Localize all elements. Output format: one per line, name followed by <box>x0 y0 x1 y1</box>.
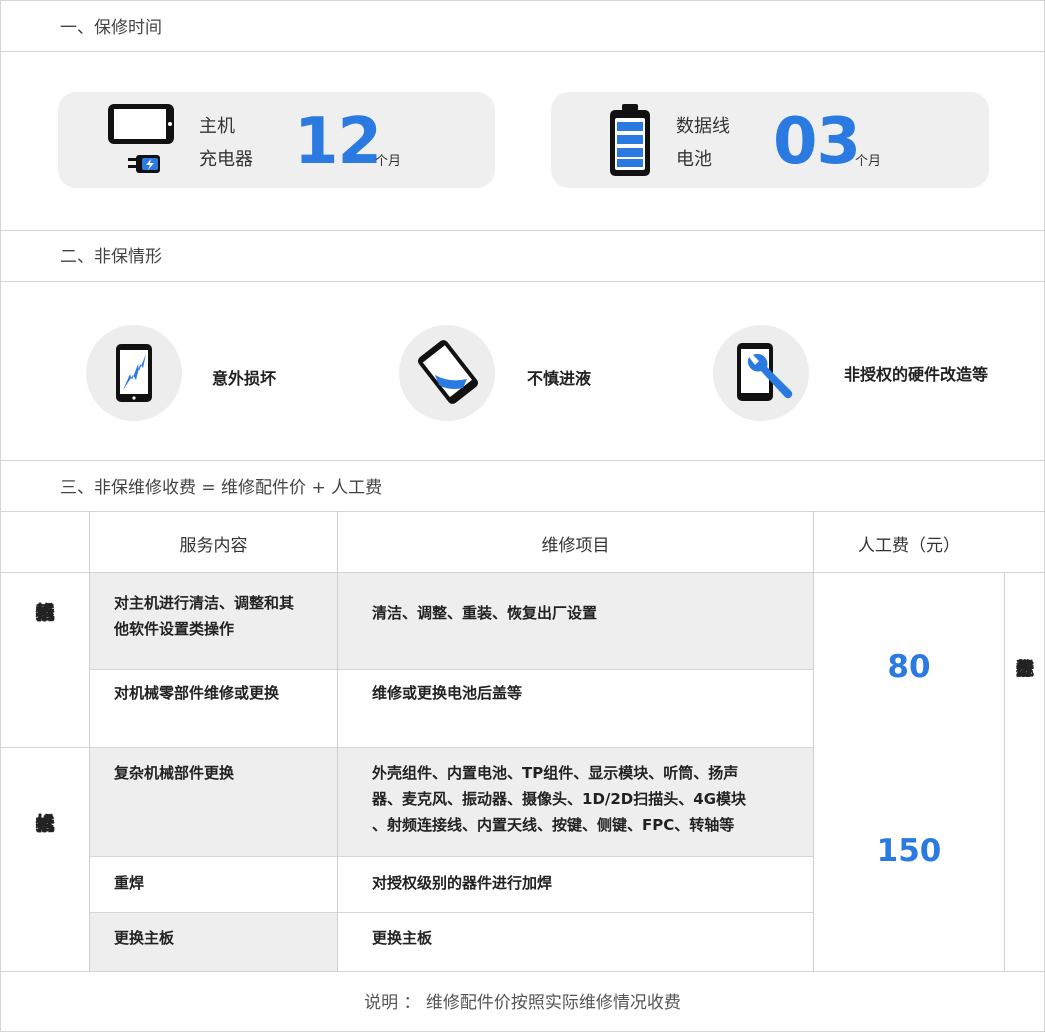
divider <box>0 230 1045 231</box>
divider <box>0 51 1045 52</box>
warranty-card-host: 主机 充电器 12 个月 <box>58 92 495 188</box>
table-cell-items: 清洁、调整、重装、恢复出厂设置 <box>372 604 598 622</box>
table-cell-service: 对主机进行清洁、调整和其 他软件设置类操作 <box>114 594 295 638</box>
table-line <box>89 511 90 971</box>
warranty-card-battery: 数据线 电池 03 个月 <box>551 92 989 188</box>
table-cell-items: 外壳组件、内置电池、TP组件、显示模块、听筒、扬声 器、麦克风、振动器、摄像头、… <box>372 764 747 834</box>
warranty-months-unit: 个月 <box>375 154 402 169</box>
case-label-damage: 意外损坏 <box>212 369 277 388</box>
table-line <box>813 511 814 971</box>
case-icon-circle <box>713 325 809 421</box>
case-label-liquid: 不慎进液 <box>527 369 592 388</box>
case-label-modification: 非授权的硬件改造等 <box>844 365 989 384</box>
cracked-phone-icon <box>116 344 152 402</box>
liquid-phone-icon <box>417 340 479 404</box>
table-line <box>337 511 338 971</box>
divider <box>0 281 1045 282</box>
card-label-battery: 电池 <box>676 149 712 170</box>
card-label-host: 主机 <box>199 116 235 137</box>
table-cell-items: 对授权级别的器件进行加焊 <box>372 874 553 892</box>
phone-icon <box>108 104 174 144</box>
fee-value-no-disassembly: 80 <box>887 649 931 685</box>
table-cell-items: 更换主板 <box>372 929 433 947</box>
table-cell-service: 重焊 <box>114 874 145 892</box>
table-line <box>0 971 1045 972</box>
table-line <box>90 856 813 857</box>
table-line <box>90 912 813 913</box>
wrench-phone-icon <box>737 343 793 401</box>
footer-note: 说明 ： 维修配件价按照实际维修情况收费 <box>364 993 681 1013</box>
table-line <box>0 572 1045 573</box>
warranty-months-unit: 个月 <box>855 154 882 169</box>
table-cell-service: 更换主板 <box>114 929 175 947</box>
table-cell-items: 维修或更换电池后盖等 <box>372 684 523 702</box>
table-line <box>0 747 813 748</box>
divider <box>0 460 1045 461</box>
header-fee: 人工费（元） <box>858 536 960 556</box>
card-label-cable: 数据线 <box>676 116 730 137</box>
section-title-non-warranty: 二、非保情形 <box>60 247 162 267</box>
header-items: 维修项目 <box>541 536 610 556</box>
warranty-months-value: 12 <box>294 105 382 179</box>
case-icon-circle <box>399 325 495 421</box>
divider <box>0 511 1045 512</box>
battery-icon <box>610 104 650 176</box>
case-icon-circle <box>86 325 182 421</box>
table-cell-service: 复杂机械部件更换 <box>114 764 235 782</box>
section-title-fee: 三、非保维修收费 = 维修配件价 + 人工费 <box>60 478 383 498</box>
section-title-warranty: 一、保修时间 <box>60 18 162 38</box>
charger-icon <box>128 155 160 173</box>
header-service: 服务内容 <box>179 536 248 556</box>
card-label-charger: 充电器 <box>199 149 253 170</box>
table-line <box>1004 572 1005 971</box>
table-line <box>90 669 813 670</box>
table-cell-service: 对机械零部件维修或更换 <box>114 684 280 702</box>
fee-value-disassembly: 150 <box>876 833 942 869</box>
warranty-months-value: 03 <box>773 105 861 179</box>
